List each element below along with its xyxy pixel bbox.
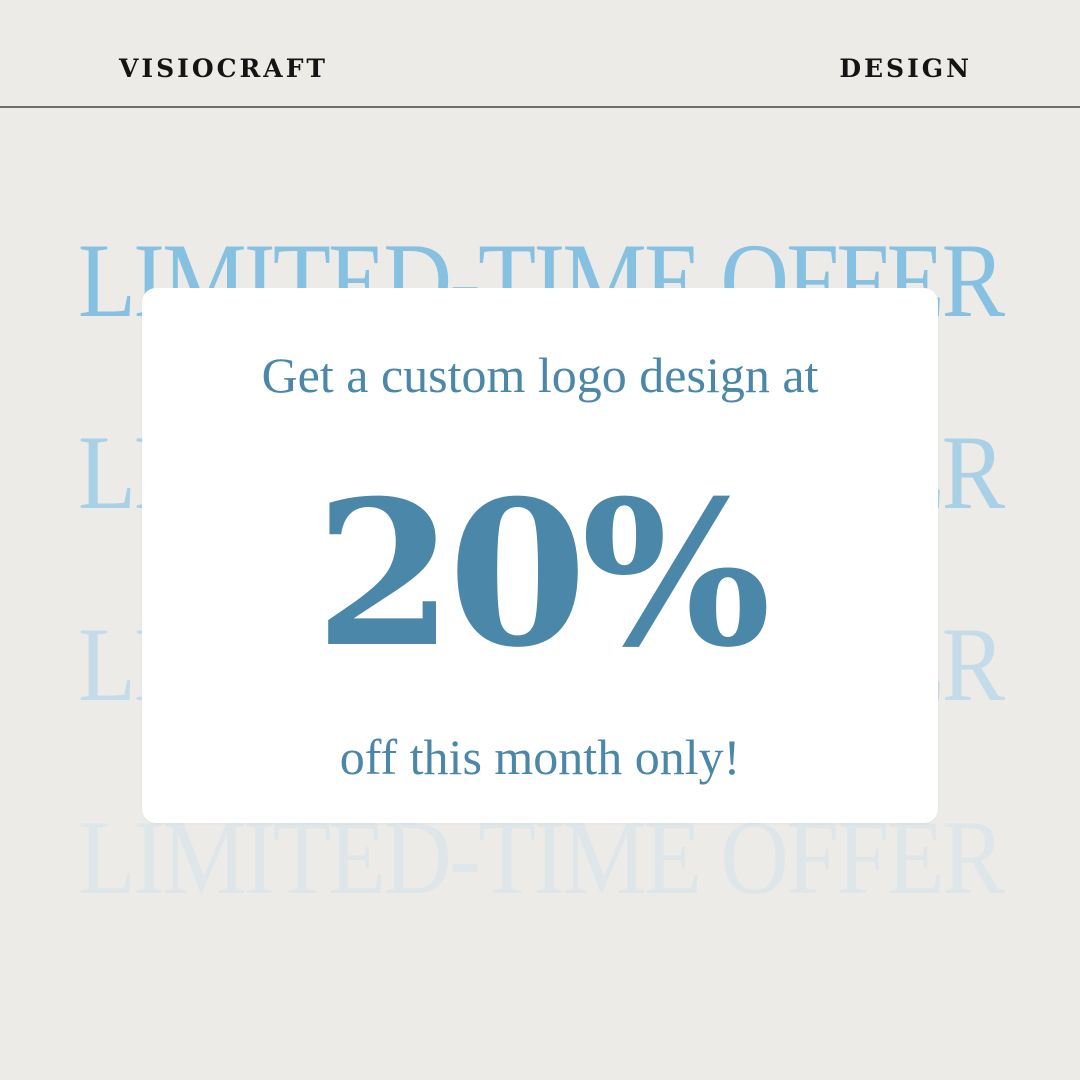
offer-headline: Get a custom logo design at xyxy=(261,347,819,403)
discount-value: 20% xyxy=(314,457,771,692)
offer-subline: off this month only! xyxy=(339,729,741,785)
header-bar: VISIOCRAFT DESIGN xyxy=(0,0,1080,108)
category-label: DESIGN xyxy=(839,54,972,83)
brand-name: VISIOCRAFT xyxy=(119,54,329,83)
offer-card: Get a custom logo design at 20% off this… xyxy=(142,288,938,823)
